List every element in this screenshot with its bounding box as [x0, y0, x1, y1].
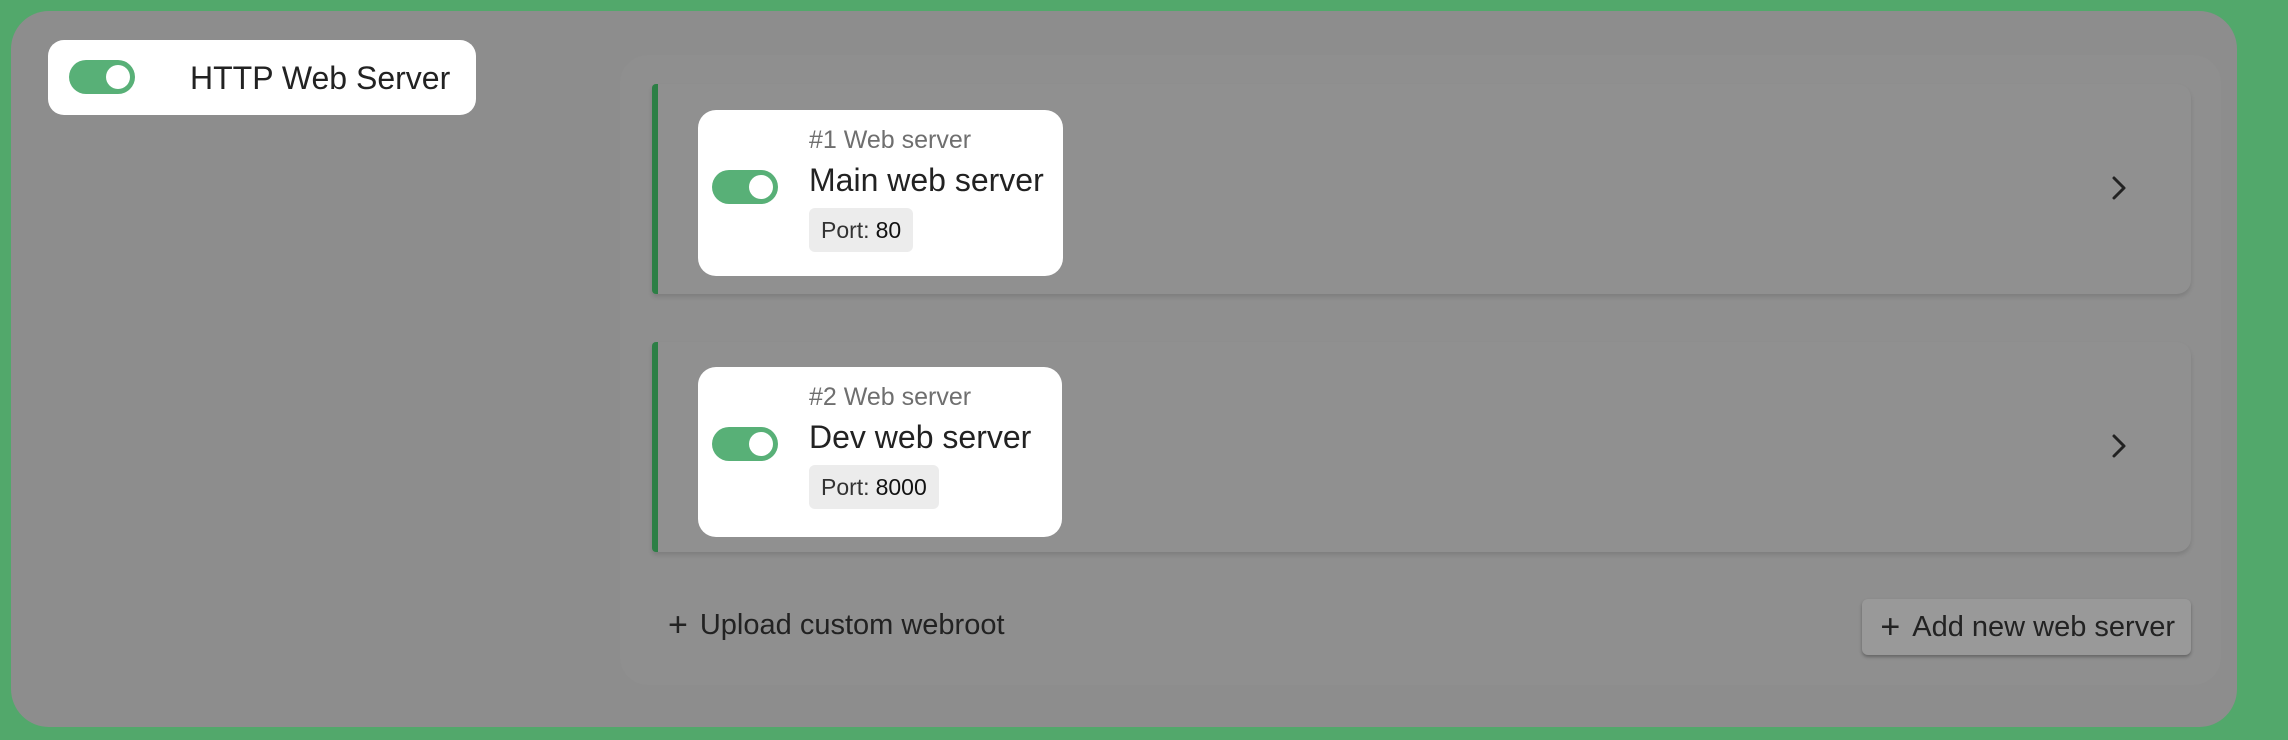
chevron-right-icon[interactable] — [2105, 174, 2133, 202]
server-name: Dev web server — [809, 419, 1032, 455]
add-new-web-server-button[interactable]: + Add new web server — [1862, 599, 2191, 655]
toggle-knob-icon — [749, 432, 773, 456]
http-server-toggle[interactable] — [69, 60, 135, 94]
server-row-2[interactable]: #2 Web server Dev web server Port: 8000 — [652, 342, 2191, 552]
upload-custom-webroot-button[interactable]: + Upload custom webroot — [668, 608, 1005, 642]
server-name: Main web server — [809, 162, 1044, 198]
port-value: 8000 — [875, 473, 927, 500]
plus-icon: + — [1880, 608, 1901, 646]
server-row-1[interactable]: #1 Web server Main web server Port: 80 — [652, 84, 2191, 294]
port-value: 80 — [875, 216, 902, 243]
chevron-right-icon[interactable] — [2105, 432, 2133, 460]
page-title: HTTP Web Server — [190, 60, 451, 96]
add-label: Add new web server — [1912, 610, 2175, 643]
server-card-2: #2 Web server Dev web server Port: 8000 — [698, 367, 1062, 537]
server-index-label: #1 Web server — [809, 126, 972, 154]
server-2-toggle[interactable] — [712, 427, 778, 461]
port-badge: Port: 8000 — [809, 465, 939, 509]
server-1-toggle[interactable] — [712, 170, 778, 204]
port-badge: Port: 80 — [809, 208, 914, 252]
upload-label: Upload custom webroot — [699, 608, 1005, 641]
server-actions-bar: + Upload custom webroot + Add new web se… — [652, 596, 2191, 658]
port-label: Port: — [821, 216, 870, 243]
server-index-label: #2 Web server — [809, 383, 972, 411]
server-card-1: #1 Web server Main web server Port: 80 — [698, 110, 1063, 276]
plus-icon: + — [668, 606, 688, 644]
toggle-knob-icon — [106, 65, 130, 89]
port-label: Port: — [821, 473, 870, 500]
toggle-knob-icon — [749, 175, 773, 199]
http-server-toggle-card: HTTP Web Server — [48, 40, 476, 115]
